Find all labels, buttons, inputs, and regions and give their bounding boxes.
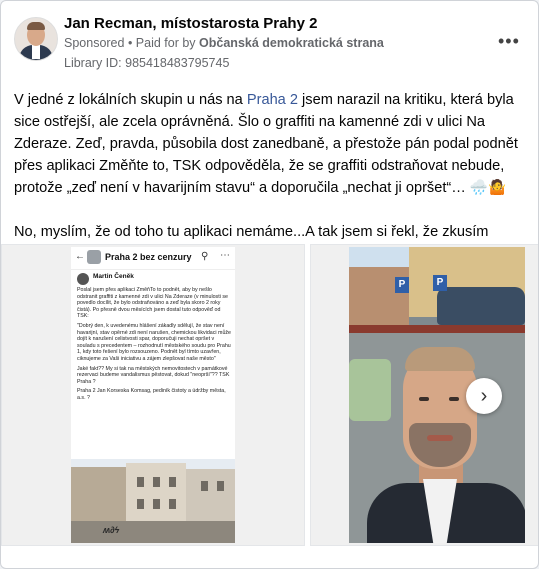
more-dots-icon[interactable]: ••• bbox=[498, 31, 520, 52]
praha2-link[interactable]: Praha 2 bbox=[247, 92, 298, 108]
parking-sign: P bbox=[433, 275, 447, 291]
carousel-slide-screenshot[interactable]: ← Praha 2 bez cenzury ⚲ ⋯ Martin Čeněk P… bbox=[1, 244, 305, 546]
wall-photo: ʍ∂ϟ bbox=[71, 459, 235, 543]
author-name[interactable]: Jan Recman, místostarosta Prahy 2 bbox=[64, 15, 317, 32]
commenter-avatar bbox=[77, 273, 89, 285]
ad-post-card: Jan Recman, místostarosta Prahy 2 Sponso… bbox=[0, 0, 539, 569]
author-avatar[interactable] bbox=[14, 17, 58, 61]
sponsor-name[interactable]: Občanská demokratická strana bbox=[199, 36, 384, 50]
parking-sign: P bbox=[395, 277, 409, 293]
paid-for-label: Paid for by bbox=[135, 36, 196, 50]
back-arrow-icon: ← bbox=[75, 251, 85, 262]
sponsored-line: Sponsored • Paid for by Občanská demokra… bbox=[64, 36, 384, 50]
carousel-slide-selfie[interactable]: P P bbox=[310, 244, 538, 546]
post-text: V jedné z lokálních skupin u nás na Prah… bbox=[14, 89, 526, 265]
more-icon: ⋯ bbox=[220, 250, 230, 261]
screenshot-text: Poslal jsem přes aplikaci ZměňTo to podn… bbox=[77, 287, 231, 401]
facebook-screenshot-image: ← Praha 2 bez cenzury ⚲ ⋯ Martin Čeněk P… bbox=[71, 247, 235, 543]
graffiti: ʍ∂ϟ bbox=[103, 525, 120, 535]
group-icon bbox=[87, 250, 101, 264]
commenter-name: Martin Čeněk bbox=[93, 273, 134, 280]
chevron-right-icon[interactable]: › bbox=[466, 378, 502, 414]
library-id: Library ID: 985418483795745 bbox=[64, 56, 230, 70]
image-carousel[interactable]: ← Praha 2 bez cenzury ⚲ ⋯ Martin Čeněk P… bbox=[1, 244, 538, 546]
search-icon: ⚲ bbox=[201, 251, 209, 262]
sponsored-label: Sponsored bbox=[64, 36, 125, 50]
group-title: Praha 2 bez cenzury bbox=[105, 252, 192, 262]
